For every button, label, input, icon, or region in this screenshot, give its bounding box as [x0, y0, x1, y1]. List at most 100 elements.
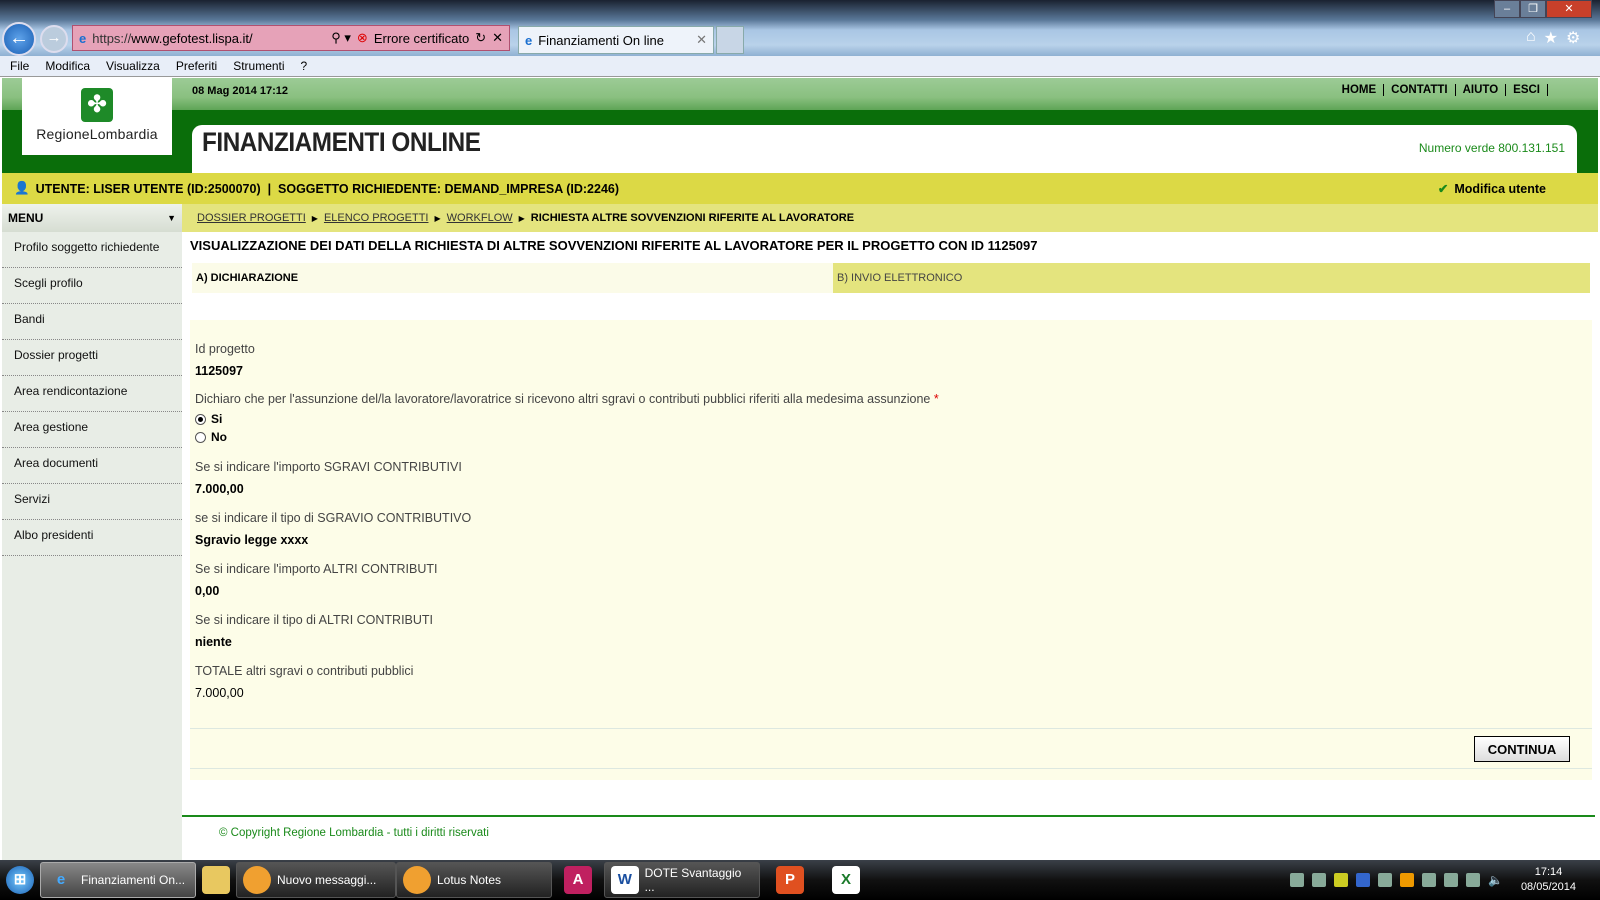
step-invio-elettronico[interactable]: B) INVIO ELETTRONICO: [833, 263, 1590, 293]
taskbar-item-ie[interactable]: e Finanziamenti On...: [40, 862, 196, 898]
tray-icon[interactable]: [1289, 873, 1304, 887]
radio-checked-icon[interactable]: [195, 413, 206, 425]
powerpoint-icon: P: [776, 866, 804, 894]
volume-icon[interactable]: 🔈: [1488, 873, 1503, 887]
modify-user-link[interactable]: ✔ Modifica utente: [1438, 181, 1546, 197]
required-marker: *: [933, 392, 939, 406]
shield-icon[interactable]: [1355, 873, 1370, 887]
cert-error-icon: ⊗: [356, 30, 368, 45]
menu-modifica[interactable]: Modifica: [45, 59, 90, 73]
sidebar-item-documenti[interactable]: Area documenti: [2, 448, 182, 484]
field-label: Se si indicare il tipo di ALTRI CONTRIBU…: [195, 613, 434, 627]
taskbar: ⊞ e Finanziamenti On... Nuovo messaggi...…: [0, 860, 1600, 900]
field-value: 7.000,00: [195, 686, 244, 700]
minimize-button[interactable]: –: [1494, 0, 1520, 18]
taskbar-item-powerpoint[interactable]: P: [770, 862, 810, 898]
breadcrumb-workflow[interactable]: WORKFLOW: [447, 212, 513, 224]
tray-icon[interactable]: [1399, 873, 1414, 887]
logo[interactable]: ✤ RegioneLombardia: [22, 78, 172, 155]
refresh-icon[interactable]: ↻: [475, 30, 486, 46]
ie-icon: e: [525, 32, 533, 48]
gear-icon[interactable]: ⚙: [1566, 28, 1580, 48]
clock[interactable]: 17:14 08/05/2014: [1511, 865, 1586, 895]
tray-icon[interactable]: [1377, 873, 1392, 887]
user-info: UTENTE: LISER UTENTE (ID:2500070) | SOGG…: [35, 181, 620, 196]
excel-icon: X: [832, 866, 860, 894]
start-button[interactable]: ⊞: [0, 862, 40, 898]
taskbar-item-excel[interactable]: X: [826, 862, 866, 898]
address-bar[interactable]: e https://www.gefotest.lispa.it/ ⚲ ▾ ⊗ E…: [72, 25, 510, 51]
divider: [190, 768, 1592, 769]
back-button[interactable]: ←: [2, 22, 36, 56]
browser-menubar: File Modifica Visualizza Preferiti Strum…: [0, 56, 1600, 77]
taskbar-item-nuovo-messaggi[interactable]: Nuovo messaggi...: [236, 862, 396, 898]
breadcrumb: DOSSIER PROGETTI ▶ ELENCO PROGETTI ▶ WORKF…: [182, 204, 1598, 232]
step-dichiarazione[interactable]: A) DICHIARAZIONE: [192, 263, 833, 293]
numero-verde: Numero verde 800.131.151: [1418, 141, 1565, 155]
favorites-star-icon[interactable]: ★: [1544, 28, 1558, 48]
menu-visualizza[interactable]: Visualizza: [106, 59, 160, 73]
taskbar-item-explorer[interactable]: [196, 862, 236, 898]
top-links: HOME CONTATTI AIUTO ESCI: [1335, 84, 1548, 96]
taskbar-item-word[interactable]: W DOTE Svantaggio ...: [604, 862, 760, 898]
taskbar-item-access[interactable]: A: [558, 862, 598, 898]
close-window-button[interactable]: ✕: [1546, 0, 1592, 18]
sidebar-item-rendicontazione[interactable]: Area rendicontazione: [2, 376, 182, 412]
menu-help[interactable]: ?: [301, 59, 308, 73]
network-icon[interactable]: [1465, 873, 1480, 887]
logo-text: RegioneLombardia: [36, 126, 158, 142]
sidebar-item-albo[interactable]: Albo presidenti: [2, 520, 182, 556]
restore-button[interactable]: ❐: [1520, 0, 1546, 18]
field-value: niente: [195, 635, 232, 649]
sidebar-item-profilo[interactable]: Profilo soggetto richiedente: [2, 232, 182, 268]
ie-icon: e: [79, 30, 87, 46]
url-text: https://www.gefotest.lispa.it/: [92, 30, 253, 46]
new-tab-button[interactable]: [716, 26, 744, 54]
tray-icon[interactable]: [1311, 873, 1326, 887]
sidebar-item-gestione[interactable]: Area gestione: [2, 412, 182, 448]
forward-button[interactable]: →: [40, 25, 68, 53]
tab-finanziamenti[interactable]: e Finanziamenti On line ✕: [518, 26, 714, 54]
field-label: TOTALE altri sgravi o contributi pubblic…: [195, 664, 414, 678]
tab-title: Finanziamenti On line: [538, 32, 664, 48]
sidebar-item-scegli-profilo[interactable]: Scegli profilo: [2, 268, 182, 304]
breadcrumb-dossier[interactable]: DOSSIER PROGETTI: [197, 212, 306, 224]
radio-no[interactable]: No: [195, 430, 227, 444]
sidebar-item-bandi[interactable]: Bandi: [2, 304, 182, 340]
field-value: Sgravio legge xxxx: [195, 533, 309, 547]
divider: [190, 728, 1592, 729]
menu-strumenti[interactable]: Strumenti: [233, 59, 284, 73]
field-value: 0,00: [195, 584, 220, 598]
id-progetto-value: 1125097: [195, 364, 243, 378]
search-icon[interactable]: ⚲ ▾: [331, 30, 351, 46]
caret-right-icon: ▶: [311, 213, 318, 223]
chevron-down-icon: ▼: [167, 213, 176, 223]
sidebar-item-servizi[interactable]: Servizi: [2, 484, 182, 520]
modify-user-label: Modifica utente: [1454, 181, 1546, 196]
continua-button[interactable]: CONTINUA: [1474, 736, 1570, 762]
breadcrumb-elenco[interactable]: ELENCO PROGETTI: [324, 212, 429, 224]
radio-si[interactable]: Si: [195, 412, 222, 426]
radio-unchecked-icon[interactable]: [195, 431, 206, 443]
menu-preferiti[interactable]: Preferiti: [176, 59, 217, 73]
word-icon: W: [611, 866, 639, 894]
link-contatti[interactable]: CONTATTI: [1384, 84, 1456, 96]
link-esci[interactable]: ESCI: [1506, 84, 1548, 96]
field-value: 7.000,00: [195, 482, 244, 496]
cert-error[interactable]: Errore certificato: [374, 31, 469, 46]
id-progetto-label: Id progetto: [195, 342, 255, 356]
link-home[interactable]: HOME: [1335, 84, 1385, 96]
sidebar-item-dossier[interactable]: Dossier progetti: [2, 340, 182, 376]
menu-file[interactable]: File: [10, 59, 29, 73]
field-label: se si indicare il tipo di SGRAVIO CONTRI…: [195, 511, 472, 525]
menu-header[interactable]: MENU ▼: [2, 204, 182, 232]
link-aiuto[interactable]: AIUTO: [1456, 84, 1507, 96]
home-icon[interactable]: ⌂: [1526, 28, 1536, 48]
menu-title: MENU: [8, 211, 44, 225]
taskbar-item-lotus-notes[interactable]: Lotus Notes: [396, 862, 552, 898]
stop-icon[interactable]: ✕: [492, 30, 503, 46]
tray-icon[interactable]: [1443, 873, 1458, 887]
tray-icon[interactable]: [1421, 873, 1436, 887]
tray-icon[interactable]: [1333, 873, 1348, 887]
close-tab-icon[interactable]: ✕: [696, 32, 707, 48]
